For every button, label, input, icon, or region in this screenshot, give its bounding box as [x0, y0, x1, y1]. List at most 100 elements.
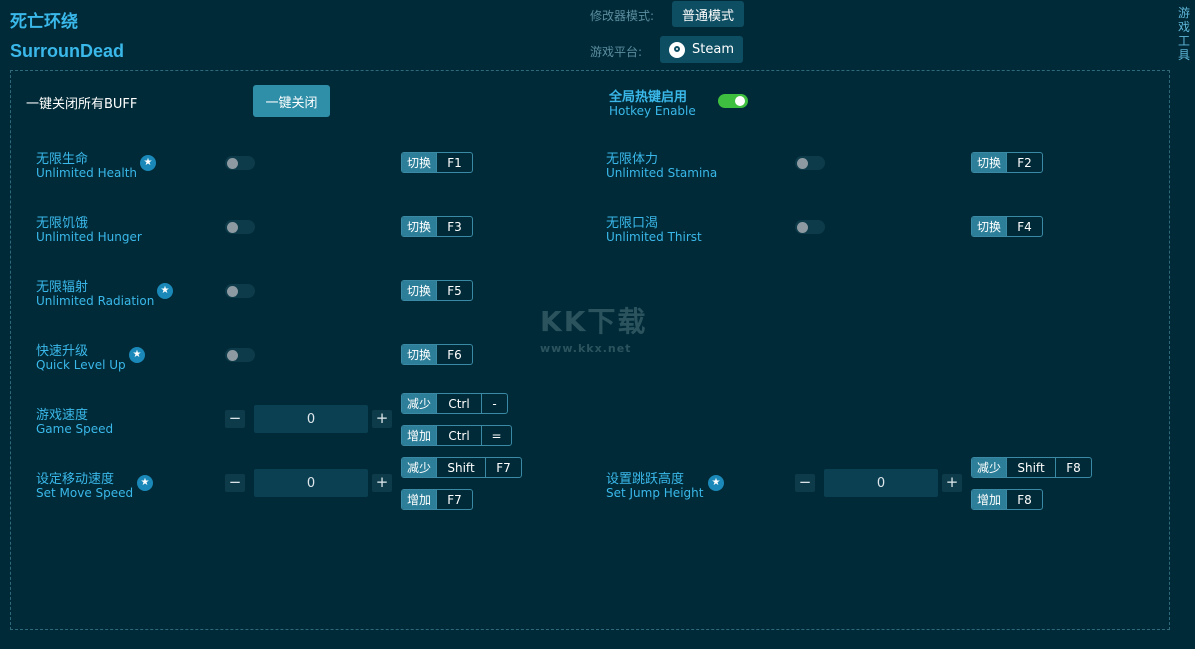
game-speed-decrease-hotkey[interactable]: 减少 Ctrl -: [401, 393, 508, 414]
hotkey-enable-toggle[interactable]: [718, 94, 748, 108]
move-speed-label-en: Set Move Speed: [36, 486, 134, 500]
jump-height-decrease-button[interactable]: −: [795, 474, 815, 492]
move-speed-decrease-hotkey[interactable]: 减少 Shift F7: [401, 457, 522, 478]
hotkey-key: F7: [485, 458, 521, 477]
star-icon: ★: [157, 283, 173, 299]
jump-height-label-cn: 设置跳跃高度: [606, 472, 685, 487]
health-label-en: Unlimited Health: [36, 166, 138, 180]
toggle-knob: [227, 158, 238, 169]
game-speed-label-cn: 游戏速度: [36, 408, 89, 423]
toggle-knob: [735, 96, 745, 106]
hotkey-key: F6: [436, 345, 472, 364]
health-hotkey[interactable]: 切换 F1: [401, 152, 473, 173]
side-tab-char: 游: [1177, 6, 1190, 20]
move-speed-input[interactable]: 0: [254, 469, 368, 497]
star-icon: ★: [137, 475, 153, 491]
toggle-knob: [227, 222, 238, 233]
side-tab-char: 具: [1177, 48, 1190, 62]
disable-all-button[interactable]: 一键关闭: [253, 85, 330, 117]
game-title-en: SurrounDead: [10, 41, 125, 61]
levelup-label-cn: 快速升级: [36, 344, 89, 359]
hotkey-tag: 切换: [972, 217, 1007, 236]
hunger-toggle[interactable]: [225, 220, 255, 234]
side-tab-char: 工: [1177, 34, 1190, 48]
hunger-label-en: Unlimited Hunger: [36, 230, 142, 244]
hotkey-key: F3: [436, 217, 472, 236]
hotkey-key: =: [481, 426, 511, 445]
disable-all-label: 一键关闭所有BUFF: [26, 97, 138, 112]
toggle-knob: [797, 158, 808, 169]
move-speed-increase-hotkey[interactable]: 增加 F7: [401, 489, 473, 510]
hotkey-key: F8: [1006, 490, 1042, 509]
stamina-toggle[interactable]: [795, 156, 825, 170]
hotkey-key: F5: [436, 281, 472, 300]
hotkey-enable-label-cn: 全局热键启用: [609, 90, 688, 105]
toggle-knob: [227, 350, 238, 361]
jump-height-input[interactable]: 0: [824, 469, 938, 497]
game-speed-label-en: Game Speed: [36, 422, 114, 436]
star-icon: ★: [140, 155, 156, 171]
levelup-toggle[interactable]: [225, 348, 255, 362]
side-tab-game-tools[interactable]: 游 戏 工 具: [1177, 6, 1191, 62]
hotkey-modifier: Shift: [1006, 458, 1055, 477]
hotkey-modifier: Shift: [436, 458, 485, 477]
game-speed-decrease-button[interactable]: −: [225, 410, 245, 428]
game-title-cn: 死亡环绕: [10, 12, 78, 32]
side-tab-char: 戏: [1177, 20, 1190, 34]
toggle-knob: [227, 286, 238, 297]
move-speed-increase-button[interactable]: +: [372, 474, 392, 492]
mode-label: 修改器模式:: [590, 9, 655, 23]
hotkey-tag: 切换: [402, 217, 437, 236]
hotkey-tag: 切换: [402, 153, 437, 172]
hotkey-tag: 减少: [402, 458, 437, 477]
thirst-toggle[interactable]: [795, 220, 825, 234]
jump-height-label-en: Set Jump Height: [606, 486, 704, 500]
hotkey-key: F2: [1006, 153, 1042, 172]
radiation-toggle[interactable]: [225, 284, 255, 298]
watermark: KK下载 www.kkx.net: [540, 300, 647, 355]
hunger-hotkey[interactable]: 切换 F3: [401, 216, 473, 237]
health-toggle[interactable]: [225, 156, 255, 170]
hotkey-tag: 切换: [402, 345, 437, 364]
game-speed-input[interactable]: 0: [254, 405, 368, 433]
radiation-label-cn: 无限辐射: [36, 280, 89, 295]
jump-height-increase-button[interactable]: +: [942, 474, 962, 492]
hotkey-key: F1: [436, 153, 472, 172]
hotkey-tag: 增加: [972, 490, 1007, 509]
watermark-url: www.kkx.net: [540, 342, 632, 355]
radiation-label-en: Unlimited Radiation: [36, 294, 155, 308]
game-speed-increase-button[interactable]: +: [372, 410, 392, 428]
star-icon: ★: [708, 475, 724, 491]
hotkey-enable-label-en: Hotkey Enable: [609, 104, 696, 118]
hunger-label-cn: 无限饥饿: [36, 216, 89, 231]
health-label-cn: 无限生命: [36, 152, 89, 167]
platform-button[interactable]: Steam: [660, 36, 743, 63]
hotkey-tag: 增加: [402, 490, 437, 509]
watermark-logo: KK下载: [540, 305, 648, 338]
hotkey-key: F4: [1006, 217, 1042, 236]
jump-height-increase-hotkey[interactable]: 增加 F8: [971, 489, 1043, 510]
radiation-hotkey[interactable]: 切换 F5: [401, 280, 473, 301]
stamina-label-cn: 无限体力: [606, 152, 659, 167]
move-speed-label-cn: 设定移动速度: [36, 472, 115, 487]
steam-icon: [669, 41, 685, 58]
platform-label: 游戏平台:: [590, 45, 643, 59]
hotkey-key: -: [481, 394, 507, 413]
platform-value: Steam: [692, 42, 734, 57]
mode-button[interactable]: 普通模式: [672, 1, 744, 27]
toggle-knob: [797, 222, 808, 233]
game-speed-increase-hotkey[interactable]: 增加 Ctrl =: [401, 425, 512, 446]
stamina-hotkey[interactable]: 切换 F2: [971, 152, 1043, 173]
hotkey-modifier: Ctrl: [436, 394, 481, 413]
hotkey-tag: 减少: [402, 394, 437, 413]
stamina-label-en: Unlimited Stamina: [606, 166, 718, 180]
hotkey-tag: 切换: [402, 281, 437, 300]
move-speed-decrease-button[interactable]: −: [225, 474, 245, 492]
hotkey-modifier: Ctrl: [436, 426, 481, 445]
star-icon: ★: [129, 347, 145, 363]
hotkey-tag: 增加: [402, 426, 437, 445]
hotkey-tag: 切换: [972, 153, 1007, 172]
thirst-hotkey[interactable]: 切换 F4: [971, 216, 1043, 237]
jump-height-decrease-hotkey[interactable]: 减少 Shift F8: [971, 457, 1092, 478]
levelup-hotkey[interactable]: 切换 F6: [401, 344, 473, 365]
